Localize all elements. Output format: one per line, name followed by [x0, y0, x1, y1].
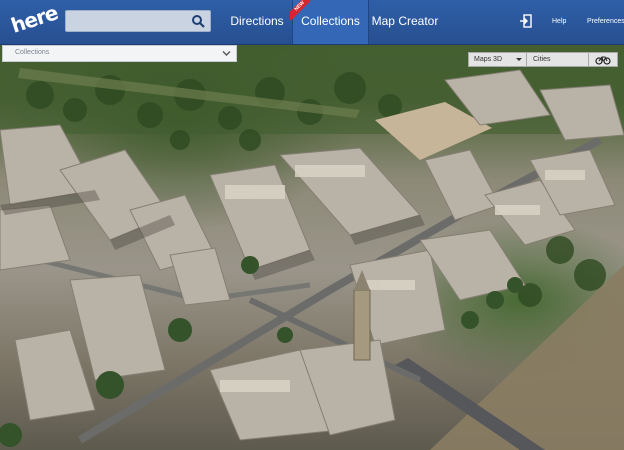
map-3d-view[interactable]: [0, 0, 624, 450]
nav-map-creator[interactable]: Map Creator: [368, 0, 442, 44]
sign-in-icon[interactable]: [519, 14, 533, 28]
map-mode-value: Maps 3D: [474, 56, 503, 63]
collections-dropdown[interactable]: Collections: [2, 45, 237, 62]
caret-down-icon: [516, 58, 522, 61]
top-navigation-bar: here Directions Collections NEW Map Crea…: [0, 0, 624, 45]
nav-preferences[interactable]: Preferences: [587, 0, 624, 44]
new-badge: NEW: [290, 0, 310, 20]
bicycle-icon[interactable]: [595, 54, 611, 65]
new-badge-label: NEW: [290, 0, 310, 20]
logo-text: here: [8, 0, 61, 38]
search-box[interactable]: [65, 10, 211, 32]
map-view-controls: Maps 3D Cities: [468, 52, 618, 67]
search-input[interactable]: [66, 11, 198, 31]
cities-layer-label: Cities: [533, 56, 551, 63]
map-mode-select[interactable]: Maps 3D: [469, 53, 527, 66]
search-icon[interactable]: [191, 14, 205, 28]
here-logo[interactable]: here: [7, 0, 61, 43]
nav-help[interactable]: Help: [552, 0, 566, 44]
nav-directions[interactable]: Directions: [222, 0, 292, 44]
collections-dropdown-label: Collections: [15, 49, 50, 56]
chevron-down-icon[interactable]: [222, 50, 231, 57]
cities-layer-toggle[interactable]: Cities: [527, 53, 589, 66]
aerial-map-imagery: [0, 44, 624, 450]
